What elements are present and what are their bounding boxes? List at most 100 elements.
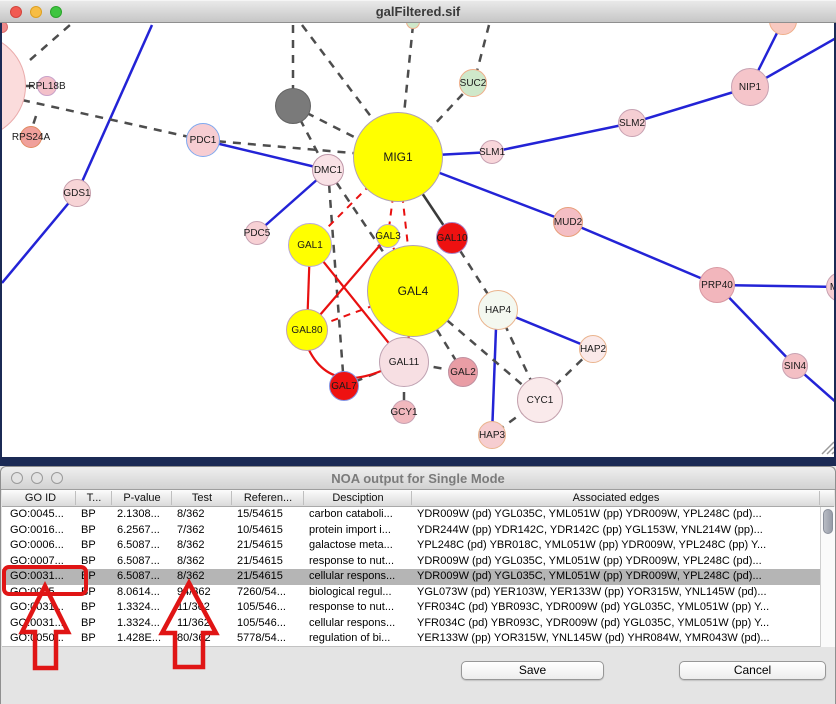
node-hap2[interactable]: HAP2	[579, 335, 607, 363]
column-separator[interactable]	[819, 491, 820, 505]
cell-go-id: GO:0031...	[5, 569, 76, 585]
node-prp40[interactable]: PRP40	[699, 267, 735, 303]
node-gal80[interactable]: GAL80	[286, 309, 328, 351]
node-label: MUD2	[554, 217, 582, 228]
node-cyc1[interactable]: CYC1	[517, 377, 563, 423]
node-mig1[interactable]: MIG1	[353, 112, 443, 202]
column-header-go-id[interactable]: GO ID	[5, 492, 76, 504]
node-mud2[interactable]: MUD2	[553, 207, 583, 237]
node-gal3[interactable]: GAL3	[376, 224, 400, 248]
column-separator[interactable]	[111, 491, 112, 505]
table-row[interactable]: GO:0050...BP1.428E...80/3625778/54...reg…	[2, 631, 820, 647]
cell-go-id: GO:0031...	[5, 616, 76, 632]
network-window-titlebar[interactable]: galFiltered.sif	[0, 0, 836, 23]
node-label: GCY1	[390, 407, 417, 418]
node-gal10[interactable]: GAL10	[436, 222, 468, 254]
node-gcy1[interactable]: GCY1	[392, 400, 416, 424]
table-row[interactable]: GO:0031...BP1.3324...11/362105/546...res…	[2, 600, 820, 616]
cell-test: 8/362	[172, 554, 232, 570]
column-header-test[interactable]: Test	[172, 492, 232, 504]
node-gds1[interactable]: GDS1	[63, 179, 91, 207]
node-pdc5[interactable]: PDC5	[245, 221, 269, 245]
column-separator[interactable]	[411, 491, 412, 505]
node-gal4[interactable]: GAL4	[367, 245, 459, 337]
node-hap4[interactable]: HAP4	[478, 290, 518, 330]
column-header-description[interactable]: Desciption	[304, 492, 412, 504]
node-label: GAL3	[375, 231, 401, 242]
node-label: GAL1	[297, 240, 323, 251]
node-pdc1[interactable]: PDC1	[186, 123, 220, 157]
cell-go-id: GO:0065...	[5, 585, 76, 601]
column-separator[interactable]	[303, 491, 304, 505]
node-slm1[interactable]: SLM1	[480, 140, 504, 164]
network-edge[interactable]	[30, 25, 70, 60]
table-row[interactable]: GO:0006...BP6.5087...8/36221/54615galact…	[2, 538, 820, 554]
cell-p-value: 6.5087...	[112, 554, 172, 570]
node-rps24a[interactable]: RPS24A	[20, 126, 42, 148]
cell-type: BP	[76, 507, 112, 523]
node-label: GDS1	[63, 188, 90, 199]
table-row[interactable]: GO:0016...BP6.2567...7/36210/54615protei…	[2, 523, 820, 539]
column-header-p-value[interactable]: P-value	[112, 492, 172, 504]
node-nip1[interactable]: NIP1	[731, 68, 769, 106]
table-row[interactable]: GO:0045...BP2.1308...8/36215/54615carbon…	[2, 507, 820, 523]
column-header-associated-edges[interactable]: Associated edges	[412, 492, 820, 504]
node-label: MSN	[830, 282, 836, 293]
node-label: HAP4	[485, 305, 511, 316]
node-gal2[interactable]: GAL2	[448, 357, 478, 387]
resize-grip-icon[interactable]	[832, 452, 834, 454]
cell-test: 11/362	[172, 600, 232, 616]
network-edge[interactable]	[492, 123, 632, 152]
cell-reference: 7260/54...	[232, 585, 304, 601]
column-separator[interactable]	[231, 491, 232, 505]
cell-description: biological regul...	[304, 585, 412, 601]
network-edge[interactable]	[568, 222, 717, 285]
network-edge[interactable]	[477, 25, 489, 71]
node-gal7[interactable]: GAL7	[329, 371, 359, 401]
node-label: SLM2	[619, 118, 645, 129]
node-dmc1[interactable]: DMC1	[312, 154, 344, 186]
node-label: PRP40	[701, 280, 733, 291]
node-label: PDC5	[244, 228, 271, 239]
table-row[interactable]: GO:0031...BP6.5087...8/36221/54615cellul…	[2, 569, 820, 585]
column-separator[interactable]	[75, 491, 76, 505]
network-edge[interactable]	[404, 25, 413, 114]
cell-type: BP	[76, 523, 112, 539]
cancel-button[interactable]: Cancel	[679, 661, 826, 680]
table-row[interactable]: GO:0031...BP1.3324...11/362105/546...cel…	[2, 616, 820, 632]
cell-associated-edges: YFR034C (pd) YBR093C, YDR009W (pd) YGL03…	[412, 600, 820, 616]
cell-go-id: GO:0045...	[5, 507, 76, 523]
column-header-reference[interactable]: Referen...	[232, 492, 304, 504]
table-row[interactable]: GO:0065...BP8.0614...94/3627260/54...bio…	[2, 585, 820, 601]
cell-associated-edges: YDR009W (pd) YGL035C, YML051W (pp) YDR00…	[412, 554, 820, 570]
cell-associated-edges: YDR244W (pp) YDR142C, YDR142C (pp) YGL15…	[412, 523, 820, 539]
node-label: GAL4	[398, 284, 429, 298]
node-unlabeled[interactable]	[275, 88, 311, 124]
column-header-type[interactable]: T...	[76, 492, 112, 504]
node-slm2[interactable]: SLM2	[618, 109, 646, 137]
cell-description: cellular respons...	[304, 616, 412, 632]
network-edge[interactable]	[2, 193, 77, 283]
node-hap3[interactable]: HAP3	[478, 421, 506, 449]
cell-reference: 21/54615	[232, 538, 304, 554]
network-edge[interactable]	[492, 328, 496, 435]
network-edge[interactable]	[302, 25, 375, 122]
table-row[interactable]: GO:0007...BP6.5087...8/36221/54615respon…	[2, 554, 820, 570]
cell-reference: 15/54615	[232, 507, 304, 523]
network-edge[interactable]	[77, 25, 152, 193]
node-gal1[interactable]: GAL1	[288, 223, 332, 267]
node-label: GAL10	[436, 233, 467, 244]
node-suc2[interactable]: SUC2	[459, 69, 487, 97]
noa-window-titlebar[interactable]: NOA output for Single Mode	[1, 467, 835, 490]
cell-reference: 10/54615	[232, 523, 304, 539]
scrollbar-thumb[interactable]	[823, 509, 833, 534]
network-canvas[interactable]: RPL18B RPS24A GDS1 PDC1 DMC1 SUC2 MIG1 SLM1 SLM2…	[0, 23, 836, 457]
column-separator[interactable]	[171, 491, 172, 505]
node-sin4[interactable]: SIN4	[782, 353, 808, 379]
vertical-scrollbar[interactable]	[820, 507, 835, 647]
node-rpl18b[interactable]: RPL18B	[37, 76, 57, 96]
node-gal11[interactable]: GAL11	[379, 337, 429, 387]
save-button[interactable]: Save	[461, 661, 604, 680]
cell-associated-edges: YER133W (pp) YOR315W, YNL145W (pd) YHR08…	[412, 631, 820, 647]
node-label: GAL2	[450, 367, 476, 378]
